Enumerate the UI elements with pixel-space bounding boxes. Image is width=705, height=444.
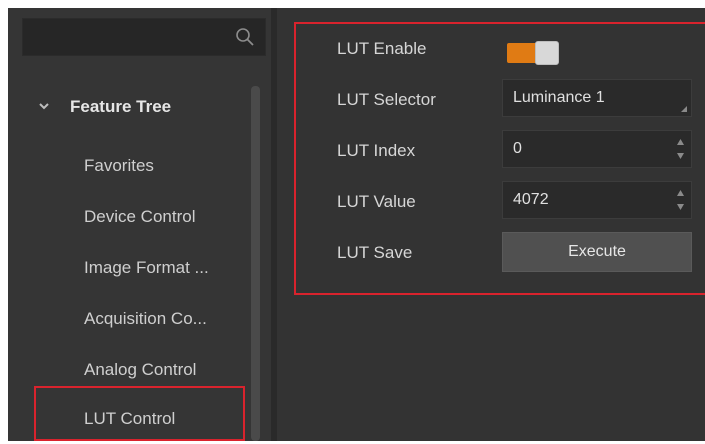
lut-index-spinbox[interactable]: 0 bbox=[502, 130, 692, 168]
lut-value-label: LUT Value bbox=[337, 192, 416, 211]
tree-item-favorites[interactable]: Favorites bbox=[84, 141, 254, 191]
properties-panel: LUT Enable LUT Selector Luminance 1 LUT … bbox=[277, 8, 705, 441]
lut-value-spinbox[interactable]: 4072 bbox=[502, 181, 692, 219]
search-icon bbox=[236, 28, 254, 46]
app-window: Feature Tree Favorites Device Control Im… bbox=[8, 8, 705, 441]
tree-item-image-format[interactable]: Image Format ... bbox=[84, 243, 254, 293]
tree-item-lut-control[interactable]: LUT Control bbox=[84, 394, 254, 444]
tree-item-acquisition-control[interactable]: Acquisition Co... bbox=[84, 294, 254, 344]
chevron-down-icon[interactable] bbox=[38, 101, 50, 111]
tree-header-label: Feature Tree bbox=[70, 97, 172, 116]
left-panel: Feature Tree Favorites Device Control Im… bbox=[8, 8, 271, 441]
toggle-knob bbox=[535, 41, 559, 65]
execute-button[interactable]: Execute bbox=[502, 232, 692, 272]
lut-selector-dropdown[interactable]: Luminance 1 bbox=[502, 79, 692, 117]
lut-index-value: 0 bbox=[513, 140, 522, 157]
dropdown-corner-icon bbox=[681, 106, 687, 112]
spinner-arrows-icon[interactable] bbox=[676, 138, 685, 160]
lut-selector-value: Luminance 1 bbox=[513, 89, 605, 106]
lut-enable-toggle[interactable] bbox=[507, 41, 559, 65]
lut-save-label: LUT Save bbox=[337, 243, 413, 262]
lut-value-value: 4072 bbox=[513, 191, 549, 208]
search-input[interactable] bbox=[22, 18, 266, 56]
tree-item-analog-control[interactable]: Analog Control bbox=[84, 345, 254, 395]
tree-header-feature-tree[interactable]: Feature Tree bbox=[8, 83, 253, 133]
lut-selector-label: LUT Selector bbox=[337, 90, 436, 109]
lut-enable-label: LUT Enable bbox=[337, 39, 427, 58]
spinner-arrows-icon[interactable] bbox=[676, 189, 685, 211]
tree-item-device-control[interactable]: Device Control bbox=[84, 192, 254, 242]
lut-index-label: LUT Index bbox=[337, 141, 416, 160]
tree-scrollbar[interactable] bbox=[251, 86, 260, 441]
